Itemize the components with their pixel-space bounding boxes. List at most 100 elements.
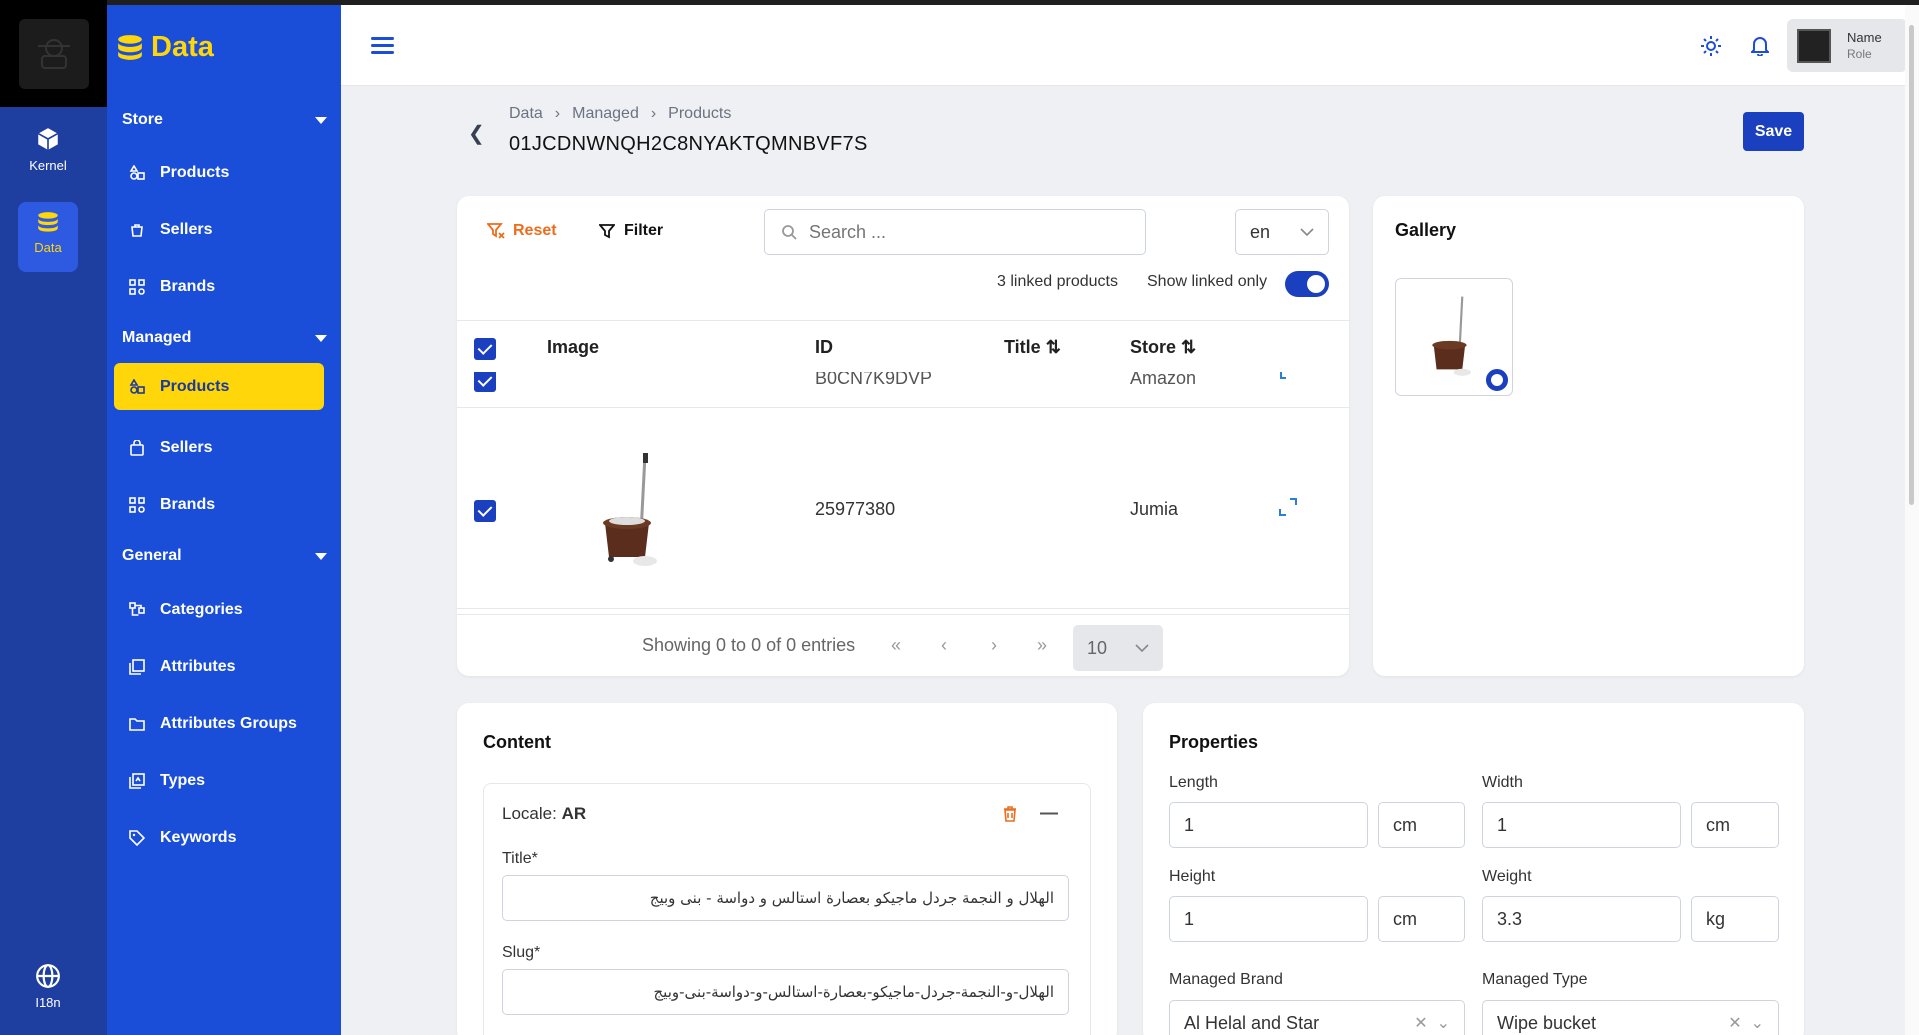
clear-and-chevron-icon[interactable]: ✕ ⌄ xyxy=(1414,1013,1450,1033)
prev-page-icon[interactable]: ‹ xyxy=(941,635,947,656)
length-label: Length xyxy=(1169,774,1218,791)
primary-image-radio[interactable] xyxy=(1486,369,1508,391)
length-unit-select[interactable]: cm xyxy=(1378,802,1465,848)
filter-button[interactable]: Filter xyxy=(599,222,663,240)
height-unit-select[interactable]: cm xyxy=(1378,896,1465,942)
expand-icon[interactable] xyxy=(1279,372,1297,382)
height-label: Height xyxy=(1169,868,1216,885)
table-row[interactable]: B0CN7K9DVP Amazon xyxy=(457,372,1349,408)
section-managed-label: Managed xyxy=(122,329,192,346)
sidebar-item-label: Attributes xyxy=(160,657,236,675)
trash-icon[interactable] xyxy=(1003,806,1017,822)
select-all-checkbox[interactable] xyxy=(474,338,496,360)
collapse-icon[interactable] xyxy=(1040,812,1058,815)
height-input[interactable]: 1 xyxy=(1169,896,1368,942)
rail-item-kernel[interactable]: Kernel xyxy=(18,118,78,181)
length-input[interactable]: 1 xyxy=(1169,802,1368,848)
column-store[interactable]: Store ⇅ xyxy=(1130,337,1196,358)
sidebar-item-managed-brands[interactable]: Brands xyxy=(114,481,324,528)
back-chevron-icon[interactable]: ❮ xyxy=(468,121,485,146)
search-input[interactable] xyxy=(809,221,1109,243)
sidebar-item-label: Sellers xyxy=(160,438,213,456)
sidebar-item-label: Keywords xyxy=(160,828,237,846)
sidebar-item-store-brands[interactable]: Brands xyxy=(114,263,324,310)
sidebar-item-managed-products[interactable]: Products xyxy=(114,363,324,410)
breadcrumb-item[interactable]: Managed xyxy=(572,105,639,123)
last-page-icon[interactable]: » xyxy=(1037,635,1047,656)
rail-data-label: Data xyxy=(34,240,62,255)
title-field[interactable]: الهلال و النجمة جردل ماجيكو بعصارة استال… xyxy=(502,875,1069,921)
sidebar-item-label: Products xyxy=(160,163,230,181)
expand-icon[interactable] xyxy=(1279,498,1297,516)
sidebar-item-store-products[interactable]: Products xyxy=(114,149,324,196)
caret-down-icon xyxy=(315,552,327,560)
managed-type-select[interactable]: Wipe bucket ✕ ⌄ xyxy=(1482,1000,1779,1035)
table-row[interactable]: 25977380 Jumia xyxy=(457,408,1349,609)
filter-clear-icon xyxy=(487,223,505,239)
gallery-thumbnail[interactable] xyxy=(1395,278,1513,396)
sidebar-item-store-sellers[interactable]: Sellers xyxy=(114,206,324,253)
sidebar-item-label: Sellers xyxy=(160,220,213,238)
row-store: Amazon xyxy=(1130,372,1197,388)
next-page-icon[interactable]: › xyxy=(991,635,997,656)
rail-i18n-label: I18n xyxy=(35,995,61,1010)
section-managed[interactable]: Managed xyxy=(122,329,327,347)
linked-count: 3 linked products xyxy=(997,273,1118,290)
managed-type-label: Managed Type xyxy=(1482,971,1588,988)
sidebar-item-categories[interactable]: Categories xyxy=(114,586,324,633)
column-title[interactable]: Title ⇅ xyxy=(1004,337,1061,358)
properties-card: Properties Length 1 cm Width 1 cm Height… xyxy=(1143,703,1804,1035)
menu-icon[interactable] xyxy=(371,37,394,58)
first-page-icon[interactable]: « xyxy=(891,635,901,656)
managed-brand-select[interactable]: Al Helal and Star ✕ ⌄ xyxy=(1169,1000,1465,1035)
show-linked-toggle[interactable] xyxy=(1285,271,1329,297)
sidebar-item-attributes-groups[interactable]: Attributes Groups xyxy=(114,700,324,747)
breadcrumb-item[interactable]: Data xyxy=(509,105,543,123)
sidebar-item-types[interactable]: Types xyxy=(114,757,324,804)
reset-button[interactable]: Reset xyxy=(487,222,557,240)
search-field[interactable] xyxy=(764,209,1146,255)
clear-and-chevron-icon[interactable]: ✕ ⌄ xyxy=(1728,1013,1764,1033)
slug-label: Slug* xyxy=(502,944,541,961)
content-title: Content xyxy=(483,732,551,752)
weight-unit-select[interactable]: kg xyxy=(1691,896,1779,942)
weight-input[interactable]: 3.3 xyxy=(1482,896,1681,942)
bag-icon xyxy=(128,439,146,457)
sun-icon[interactable] xyxy=(1701,36,1721,56)
app-logo[interactable] xyxy=(0,0,107,107)
chevron-right-icon: › xyxy=(650,105,657,122)
globe-icon xyxy=(36,964,60,988)
sidebar-item-label: Products xyxy=(160,377,230,395)
section-general[interactable]: General xyxy=(122,547,327,565)
properties-title: Properties xyxy=(1169,732,1259,752)
language-select[interactable]: en xyxy=(1235,209,1329,255)
width-unit-select[interactable]: cm xyxy=(1691,802,1779,848)
show-linked-label: Show linked only xyxy=(1147,273,1268,290)
locale-heading: Locale: AR xyxy=(502,804,587,823)
sidebar-item-managed-sellers[interactable]: Sellers xyxy=(114,424,324,471)
breadcrumb: Data › Managed › Products xyxy=(509,105,731,123)
page-size-select[interactable]: 10 xyxy=(1073,625,1163,671)
row-checkbox[interactable] xyxy=(474,372,496,392)
database-icon xyxy=(38,212,58,232)
save-button[interactable]: Save xyxy=(1743,112,1804,151)
sidebar-item-attributes[interactable]: Attributes xyxy=(114,643,324,690)
gallery-card: Gallery xyxy=(1373,196,1804,676)
user-menu[interactable]: Name Role xyxy=(1787,19,1907,72)
bell-icon[interactable] xyxy=(1751,36,1769,56)
rail-item-data[interactable]: Data xyxy=(18,202,78,272)
width-input[interactable]: 1 xyxy=(1482,802,1681,848)
breadcrumb-item[interactable]: Products xyxy=(668,105,731,123)
rail-item-i18n[interactable]: I18n xyxy=(18,955,78,1018)
managed-brand-label: Managed Brand xyxy=(1169,971,1283,988)
section-store[interactable]: Store xyxy=(122,111,327,129)
column-id: ID xyxy=(815,337,833,357)
database-icon xyxy=(118,34,142,60)
brands-icon xyxy=(128,278,146,296)
page-scrollbar[interactable] xyxy=(1905,5,1919,1035)
sidebar-item-label: Types xyxy=(160,771,206,789)
sidebar-item-keywords[interactable]: Keywords xyxy=(114,814,324,861)
folder-icon xyxy=(128,715,146,733)
slug-field[interactable]: الهلال-و-النجمة-جردل-ماجيكو-بعصارة-استال… xyxy=(502,969,1069,1015)
row-checkbox[interactable] xyxy=(474,500,496,522)
